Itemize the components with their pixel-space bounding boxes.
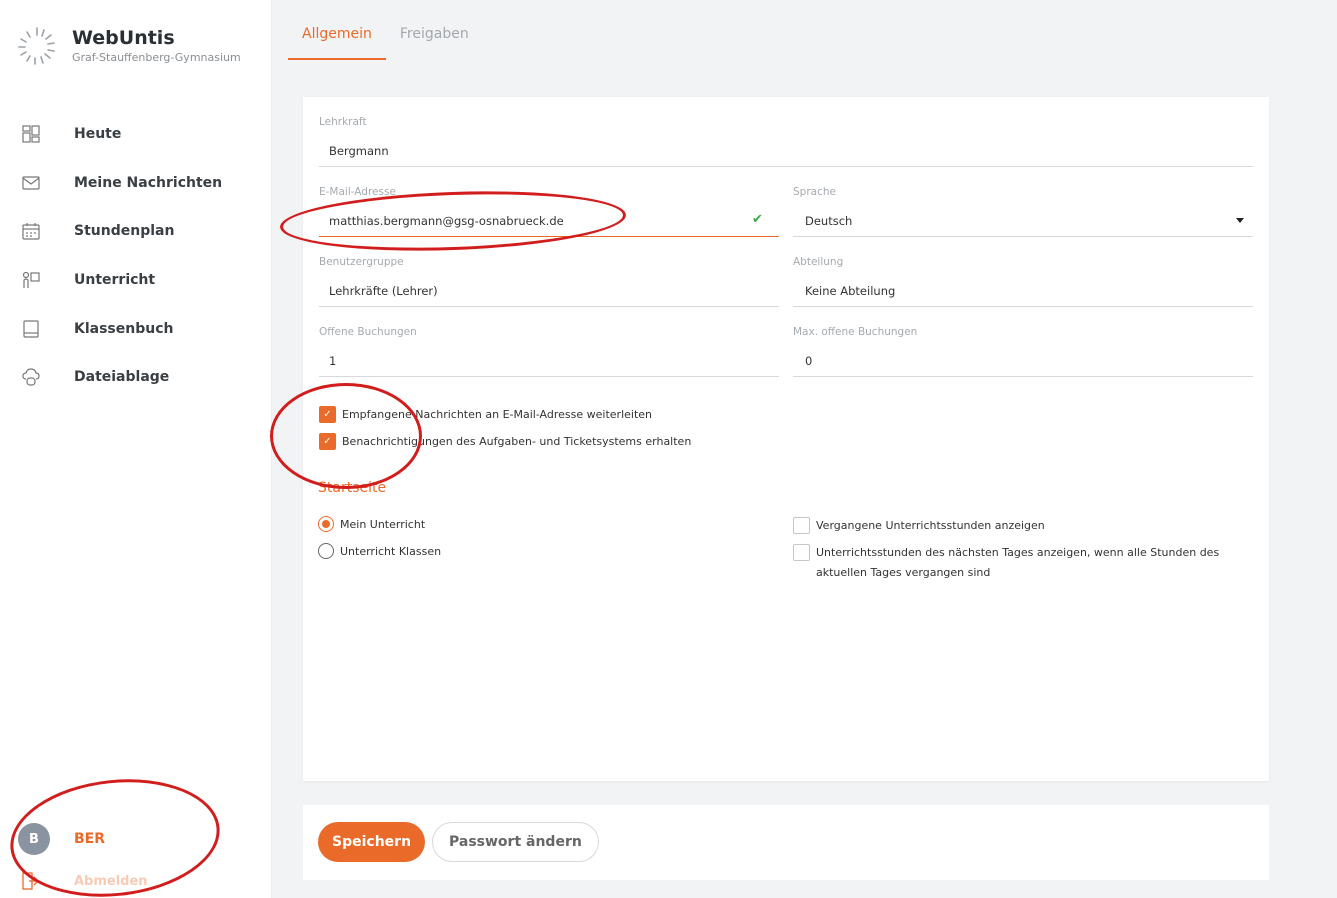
nav-item-heute[interactable]: Heute: [0, 110, 272, 159]
open-bookings-label: Offene Buchungen: [319, 326, 417, 338]
radio-label: Mein Unterricht: [340, 517, 426, 531]
grid-icon: [22, 125, 40, 143]
cloud-icon: [22, 368, 40, 386]
teacher-field-underline: [319, 166, 1253, 167]
webuntis-logo-icon: [18, 27, 55, 65]
logout-icon: [22, 872, 39, 890]
usergroup-label: Benutzergruppe: [319, 256, 404, 268]
forward-messages-checkbox[interactable]: ✓ Empfangene Nachrichten an E-Mail-Adres…: [319, 406, 652, 423]
show-past-lessons-checkbox[interactable]: Vergangene Unterrichtsstunden anzeigen: [793, 516, 1256, 536]
tab-bar: Allgemein Freigaben: [288, 0, 483, 60]
valid-check-icon: ✔: [752, 212, 763, 227]
checkbox-unchecked-icon[interactable]: [793, 544, 810, 561]
main-nav: Heute Meine Nachrichten Stundenplan Unte…: [0, 110, 272, 402]
radio-label: Unterricht Klassen: [340, 544, 442, 558]
nav-item-klassenbuch[interactable]: Klassenbuch: [0, 304, 272, 353]
max-open-bookings-label: Max. offene Buchungen: [793, 326, 918, 338]
school-name: Graf-Stauffenberg-Gymnasium: [72, 51, 241, 64]
radio-selected-icon[interactable]: [318, 516, 334, 532]
show-next-day-label: Unterrichtsstunden des nächsten Tages an…: [816, 546, 1220, 579]
show-next-day-checkbox[interactable]: Unterrichtsstunden des nächsten Tages an…: [793, 543, 1256, 583]
nav-item-unterricht[interactable]: Unterricht: [0, 256, 272, 305]
logout-label: Abmelden: [74, 873, 148, 889]
email-field-underline: [319, 236, 779, 237]
department-label: Abteilung: [793, 256, 844, 268]
nav-item-nachrichten[interactable]: Meine Nachrichten: [0, 159, 272, 208]
ticket-notifications-checkbox[interactable]: ✓ Benachrichtigungen des Aufgaben- und T…: [319, 433, 691, 450]
checkbox-unchecked-icon[interactable]: [793, 517, 810, 534]
sidebar: WebUntis Graf-Stauffenberg-Gymnasium Heu…: [0, 0, 272, 898]
language-label: Sprache: [793, 186, 836, 198]
brand[interactable]: WebUntis Graf-Stauffenberg-Gymnasium: [14, 26, 241, 70]
avatar: B: [18, 823, 50, 855]
radio-mein-unterricht[interactable]: Mein Unterricht: [318, 516, 425, 532]
app-title: WebUntis: [72, 27, 175, 49]
teacher-label: Lehrkraft: [319, 116, 367, 128]
user-name: BER: [74, 831, 106, 847]
nav-label: Stundenplan: [74, 223, 175, 240]
change-password-button[interactable]: Passwort ändern: [432, 822, 599, 862]
book-icon: [23, 320, 39, 338]
logout-button[interactable]: Abmelden: [22, 872, 148, 890]
save-button[interactable]: Speichern: [318, 822, 426, 862]
language-select[interactable]: Deutsch: [805, 214, 852, 228]
teacher-field: Bergmann: [329, 144, 389, 158]
open-bookings-underline: [319, 376, 779, 377]
envelope-icon: [22, 176, 40, 190]
nav-label: Dateiablage: [74, 369, 170, 386]
checkbox-checked-icon[interactable]: ✓: [319, 433, 336, 450]
email-field[interactable]: matthias.bergmann@gsg-osnabrueck.de: [329, 214, 564, 228]
chevron-down-icon[interactable]: [1236, 218, 1244, 223]
forward-messages-label: Empfangene Nachrichten an E-Mail-Adresse…: [342, 408, 652, 421]
tab-freigaben[interactable]: Freigaben: [386, 0, 483, 60]
department-field: Keine Abteilung: [805, 284, 896, 298]
tab-allgemein[interactable]: Allgemein: [288, 0, 386, 60]
show-past-lessons-label: Vergangene Unterrichtsstunden anzeigen: [816, 519, 1045, 532]
radio-unterricht-klassen[interactable]: Unterricht Klassen: [318, 543, 441, 559]
nav-item-dateiablage[interactable]: Dateiablage: [0, 353, 272, 402]
language-select-underline: [793, 236, 1253, 237]
nav-label: Klassenbuch: [74, 320, 174, 337]
profile-card: Lehrkraft Bergmann E-Mail-Adresse matthi…: [303, 97, 1269, 781]
max-open-bookings-field: 0: [805, 354, 813, 368]
calendar-icon: [22, 223, 40, 241]
usergroup-underline: [319, 306, 779, 307]
email-label: E-Mail-Adresse: [319, 186, 396, 198]
nav-label: Unterricht: [74, 272, 156, 289]
checkbox-checked-icon[interactable]: ✓: [319, 406, 336, 423]
radio-unselected-icon[interactable]: [318, 543, 334, 559]
max-open-bookings-underline: [793, 376, 1253, 377]
user-profile[interactable]: B BER: [18, 823, 105, 855]
open-bookings-field: 1: [329, 354, 337, 368]
nav-label: Heute: [74, 126, 122, 143]
ticket-notifications-label: Benachrichtigungen des Aufgaben- und Tic…: [342, 435, 692, 448]
usergroup-field: Lehrkräfte (Lehrer): [329, 284, 438, 298]
department-underline: [793, 306, 1253, 307]
nav-item-stundenplan[interactable]: Stundenplan: [0, 207, 272, 256]
nav-label: Meine Nachrichten: [74, 174, 223, 191]
action-footer: Speichern Passwort ändern: [303, 805, 1269, 880]
startpage-section-title: Startseite: [318, 480, 387, 496]
teacher-board-icon: [22, 271, 40, 289]
